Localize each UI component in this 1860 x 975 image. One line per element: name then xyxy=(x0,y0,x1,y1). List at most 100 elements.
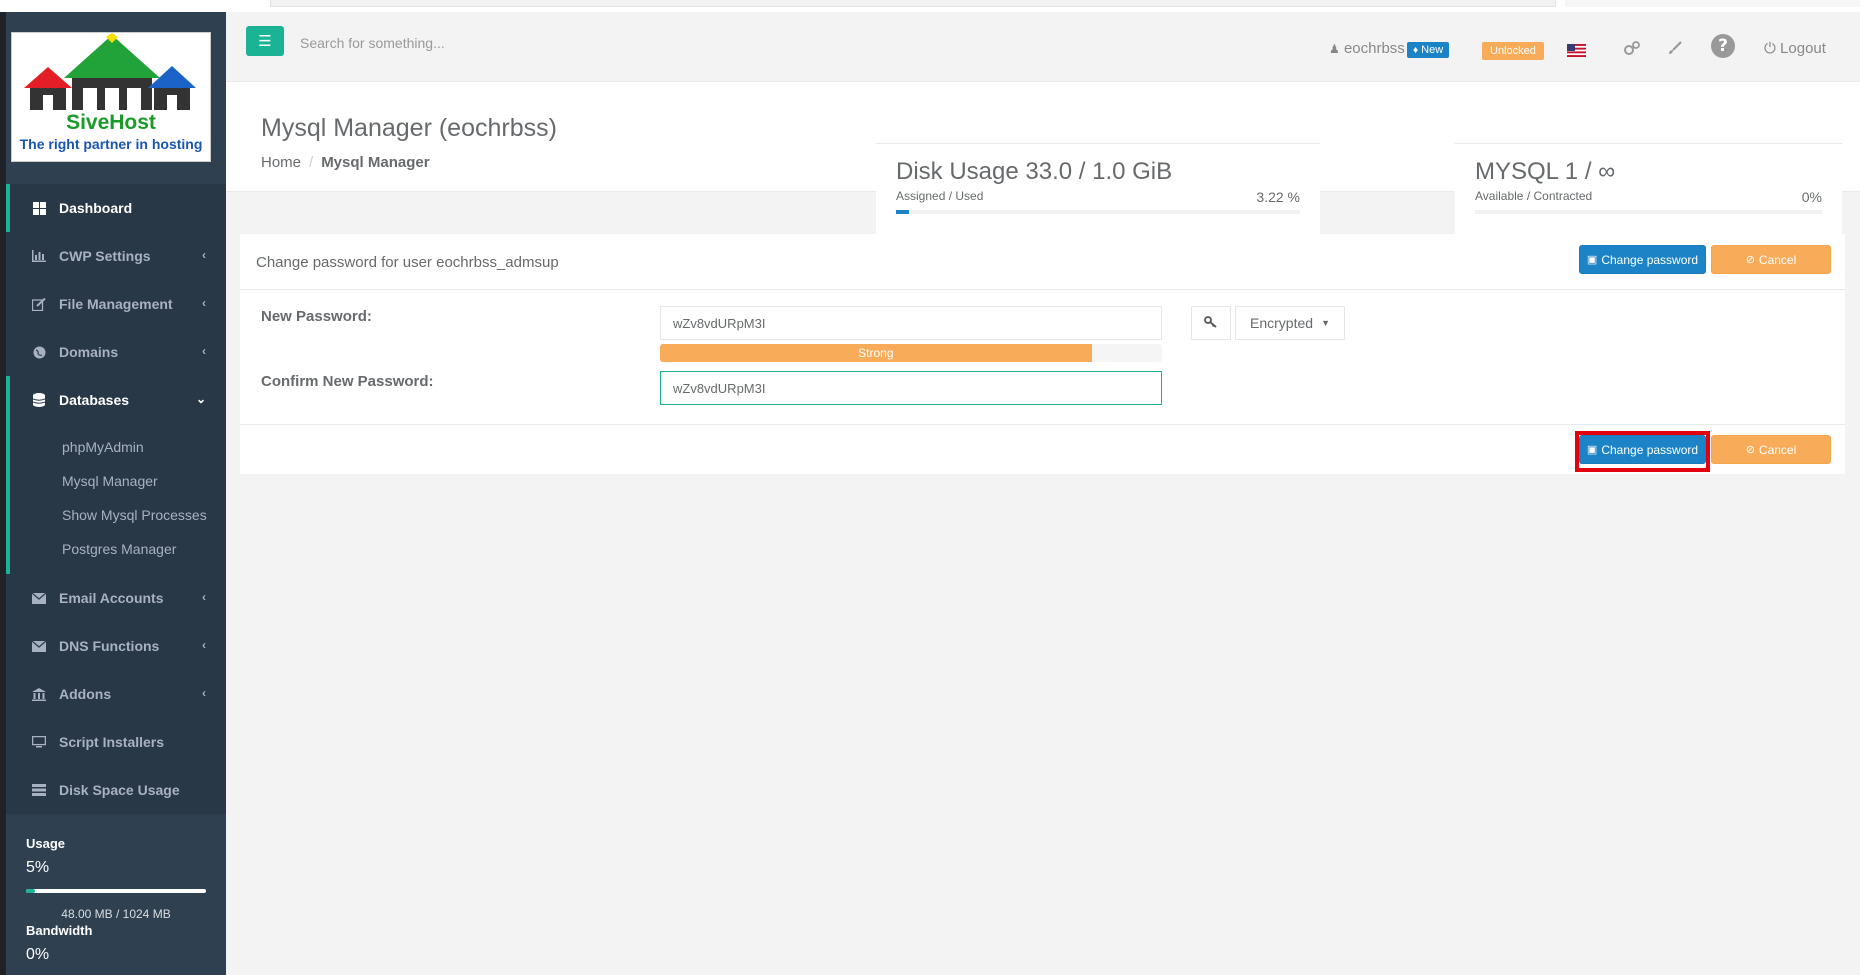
disk-usage-title: Disk Usage 33.0 / 1.0 GiB xyxy=(896,158,1173,185)
sidebar-item-label: Addons xyxy=(59,686,112,702)
sidebar: SiveHost The right partner in hosting Da… xyxy=(6,12,226,975)
new-badge-label: New xyxy=(1421,44,1444,56)
sidebar-item-domains[interactable]: Domains ‹ xyxy=(6,328,226,376)
confirm-password-input[interactable] xyxy=(660,371,1162,405)
sidebar-item-addons[interactable]: Addons ‹ xyxy=(6,670,226,718)
bandwidth-label: Bandwidth xyxy=(26,923,93,938)
brand-tagline: The right partner in hosting xyxy=(19,136,203,152)
dashboard-icon xyxy=(31,201,47,215)
usage-label: Usage xyxy=(26,836,66,851)
sidebar-item-label: Dashboard xyxy=(59,200,133,216)
caret-down-icon: ▼ xyxy=(1321,318,1330,328)
envelope-icon xyxy=(31,591,47,605)
disk-usage-card: Disk Usage 33.0 / 1.0 GiB Assigned / Use… xyxy=(876,143,1320,235)
sidebar-subitem-phpmyadmin[interactable]: phpMyAdmin xyxy=(10,430,226,464)
browser-bar xyxy=(270,0,1556,7)
top-header: ☰ ♟ eochrbss ♦ New Unlocked ? ⏻ Logout xyxy=(226,12,1860,82)
usage-bar xyxy=(26,889,206,893)
change-password-label: Change password xyxy=(1601,252,1699,267)
bell-icon: ♦ xyxy=(1413,45,1419,56)
highlight-box xyxy=(1575,431,1710,472)
panel-title: Change password for user eochrbss_admsup xyxy=(256,254,559,271)
databases-submenu: phpMyAdmin Mysql Manager Show Mysql Proc… xyxy=(6,424,226,574)
cancel-button-top[interactable]: ⊘ Cancel xyxy=(1711,245,1831,274)
sidebar-item-cwp-settings[interactable]: CWP Settings ‹ xyxy=(6,232,226,280)
browser-bar-right xyxy=(1565,0,1860,7)
generate-password-button[interactable] xyxy=(1191,306,1231,340)
disk-usage-bar-fill xyxy=(896,210,909,214)
chevron-left-icon: ‹ xyxy=(202,590,206,604)
ban-icon: ⊘ xyxy=(1745,444,1755,456)
page-title: Mysql Manager (eochrbss) xyxy=(261,114,557,142)
chevron-left-icon: ‹ xyxy=(202,248,206,262)
disk-usage-bar xyxy=(896,210,1300,214)
breadcrumb-current: Mysql Manager xyxy=(321,154,430,171)
ban-icon: ⊘ xyxy=(1745,254,1755,266)
logo[interactable]: SiveHost The right partner in hosting xyxy=(11,32,211,162)
logout-button[interactable]: ⏻ Logout xyxy=(1764,40,1826,57)
cancel-button[interactable]: ⊘ Cancel xyxy=(1711,435,1831,464)
new-badge[interactable]: ♦ New xyxy=(1407,42,1450,58)
sidebar-subitem-postgres-manager[interactable]: Postgres Manager xyxy=(10,532,226,566)
chevron-left-icon: ‹ xyxy=(202,638,206,652)
cancel-label: Cancel xyxy=(1758,442,1797,457)
sidebar-item-label: Email Accounts xyxy=(59,590,164,606)
menu-toggle-button[interactable]: ☰ xyxy=(246,26,284,56)
usage-bar-fill xyxy=(26,889,35,893)
brand-name: SiveHost xyxy=(66,111,156,134)
bank-icon xyxy=(31,687,47,701)
envelope-icon xyxy=(31,639,47,653)
gears-icon[interactable] xyxy=(1624,41,1640,59)
sidebar-item-label: File Management xyxy=(59,296,173,312)
usage-widget: Usage 5% 48.00 MB / 1024 MB Bandwidth 0% xyxy=(6,820,226,975)
sidebar-item-label: CWP Settings xyxy=(59,248,151,264)
password-strength-fill: Strong xyxy=(660,344,1092,362)
sidebar-item-label: Domains xyxy=(59,344,119,360)
monitor-icon xyxy=(31,735,47,749)
hamburger-icon: ☰ xyxy=(258,32,272,50)
sidebar-item-file-management[interactable]: File Management ‹ xyxy=(6,280,226,328)
mysql-value: 0% xyxy=(1801,189,1822,205)
user-menu[interactable]: ♟ eochrbss xyxy=(1329,40,1405,57)
sidebar-item-email-accounts[interactable]: Email Accounts ‹ xyxy=(6,574,226,622)
new-password-input[interactable] xyxy=(660,306,1162,340)
sidebar-item-label: Databases xyxy=(59,392,130,408)
chevron-down-icon: ⌄ xyxy=(195,392,206,406)
mysql-card: MYSQL 1 / ∞ Available / Contracted 0% xyxy=(1455,143,1842,235)
usage-percent: 5% xyxy=(26,859,50,876)
new-password-label: New Password: xyxy=(261,308,372,325)
usage-detail: 48.00 MB / 1024 MB xyxy=(61,907,171,921)
help-icon[interactable]: ? xyxy=(1711,34,1735,58)
search-input[interactable] xyxy=(300,30,600,56)
power-icon: ⏻ xyxy=(1764,40,1776,57)
mysql-caption: Available / Contracted xyxy=(1475,189,1593,203)
key-icon xyxy=(1204,315,1218,331)
cancel-label: Cancel xyxy=(1758,252,1797,267)
breadcrumb: Home / Mysql Manager xyxy=(261,154,430,171)
breadcrumb-home[interactable]: Home xyxy=(261,154,301,171)
sidebar-item-databases[interactable]: Databases ⌄ xyxy=(6,376,226,424)
globe-icon xyxy=(31,345,47,359)
browser-strip xyxy=(0,0,1860,12)
panel-header: Change password for user eochrbss_admsup… xyxy=(240,234,1845,290)
mysql-bar xyxy=(1475,210,1822,214)
sidebar-item-label: Disk Space Usage xyxy=(59,782,180,798)
chevron-left-icon: ‹ xyxy=(202,686,206,700)
sidebar-item-label: DNS Functions xyxy=(59,638,160,654)
sidebar-item-dns-functions[interactable]: DNS Functions ‹ xyxy=(6,622,226,670)
unlocked-badge[interactable]: Unlocked xyxy=(1482,42,1544,60)
logout-label: Logout xyxy=(1780,40,1826,57)
bandwidth-percent: 0% xyxy=(26,946,50,963)
password-strength-bar: Strong xyxy=(660,344,1162,362)
sidebar-item-dashboard[interactable]: Dashboard xyxy=(6,184,226,232)
us-flag-icon[interactable] xyxy=(1567,44,1586,57)
encryption-dropdown[interactable]: Encrypted ▼ xyxy=(1235,306,1345,340)
sidebar-item-script-installers[interactable]: Script Installers xyxy=(6,718,226,766)
change-password-button-top[interactable]: ▣ Change password xyxy=(1579,245,1706,274)
edit-icon xyxy=(31,297,47,311)
brush-icon[interactable] xyxy=(1668,41,1682,59)
sidebar-subitem-show-mysql-processes[interactable]: Show Mysql Processes xyxy=(10,498,226,532)
sidebar-subitem-mysql-manager[interactable]: Mysql Manager xyxy=(10,464,226,498)
confirm-password-label: Confirm New Password: xyxy=(261,373,434,390)
sidebar-item-disk-space-usage[interactable]: Disk Space Usage xyxy=(6,766,226,814)
